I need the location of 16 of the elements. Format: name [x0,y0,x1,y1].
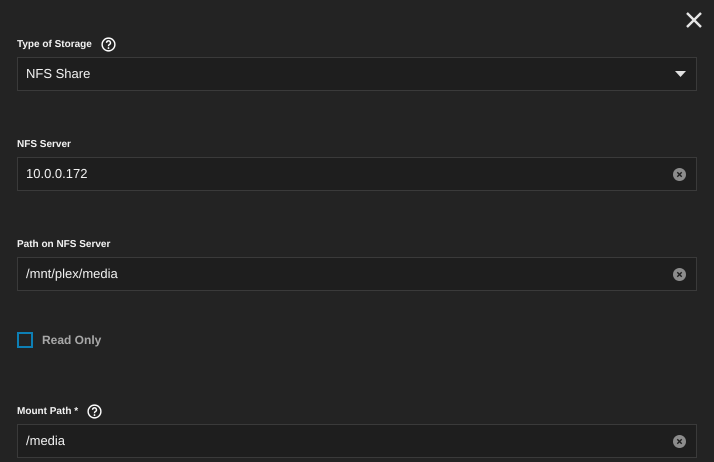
input-field[interactable]: /media [17,424,697,458]
help-icon[interactable] [87,404,102,418]
field-label: Type of Storage [17,38,92,52]
clear-icon[interactable] [673,268,686,280]
clear-icon[interactable] [673,168,686,180]
field-label: Path on NFS Server [17,238,110,252]
caret-icon [675,71,686,77]
field-label: Mount Path * [17,404,78,418]
checkbox[interactable] [17,332,33,348]
select-field[interactable]: NFS Share [17,57,697,91]
checkbox-label: Read Only [42,332,102,349]
help-icon[interactable] [100,36,116,52]
clear-icon[interactable] [673,434,686,448]
input-field[interactable]: 10.0.0.172 [17,157,697,191]
field-label: NFS Server [17,138,71,152]
input-field[interactable]: /mnt/plex/media [17,257,697,291]
